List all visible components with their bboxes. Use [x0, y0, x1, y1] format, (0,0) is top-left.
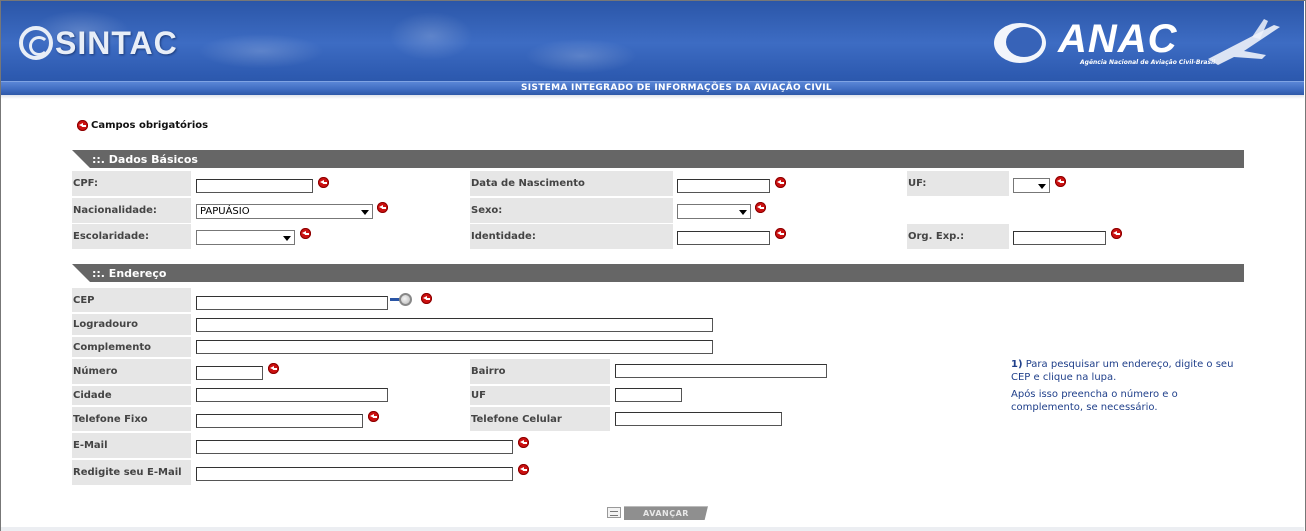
- identidade-input[interactable]: [677, 231, 770, 245]
- logradouro-input[interactable]: [196, 318, 713, 332]
- sintac-logo[interactable]: SINTAC: [19, 23, 178, 63]
- nacionalidade-selected-value: PAPUÁSIO: [200, 206, 250, 217]
- cidade-input[interactable]: [196, 388, 388, 402]
- magnifier-icon: [399, 293, 412, 306]
- required-arrow-icon: [77, 120, 88, 131]
- avancar-button[interactable]: AVANÇAR: [624, 506, 708, 520]
- telefone-fixo-label: Telefone Fixo: [72, 407, 191, 431]
- anac-logo[interactable]: ANAC Agência Nacional de Aviação Civil-B…: [994, 13, 1284, 77]
- sintac-emblem-icon: [19, 26, 53, 60]
- hand-pointer-icon: [607, 507, 621, 518]
- required-arrow-icon: [268, 363, 279, 374]
- email-label: E-Mail: [72, 433, 191, 458]
- required-arrow-icon: [518, 464, 529, 475]
- help-step-1: 1) Para pesquisar um endereço, digite o …: [1011, 358, 1251, 384]
- complemento-input[interactable]: [196, 340, 713, 354]
- required-arrow-icon: [368, 411, 379, 422]
- system-title-band: SISTEMA INTEGRADO DE INFORMAÇÕES DA AVIA…: [1, 81, 1304, 95]
- nacionalidade-select[interactable]: PAPUÁSIO: [196, 204, 373, 219]
- sintac-logo-text: SINTAC: [55, 24, 178, 61]
- nacionalidade-label: Nacionalidade:: [72, 198, 191, 223]
- help-line-2: Após isso preencha o número e o compleme…: [1011, 389, 1178, 413]
- section-title: ::. Endereço: [92, 267, 167, 280]
- uf-endereco-label: UF: [470, 386, 610, 405]
- uf-select[interactable]: [1013, 178, 1050, 193]
- required-arrow-icon: [318, 177, 329, 188]
- telefone-celular-label: Telefone Celular: [470, 407, 610, 431]
- org-exp-label: Org. Exp.:: [907, 224, 1009, 249]
- section-endereco: ::. Endereço: [72, 264, 1244, 282]
- chevron-down-icon: [282, 233, 292, 242]
- org-exp-input[interactable]: [1013, 231, 1106, 245]
- email-confirm-label: Redigite seu E-Mail: [72, 460, 191, 485]
- anac-logo-text: ANAC: [1058, 17, 1178, 61]
- required-arrow-icon: [775, 228, 786, 239]
- search-cep-button[interactable]: [390, 293, 418, 306]
- sexo-select[interactable]: [677, 204, 751, 219]
- email-confirm-input[interactable]: [196, 467, 513, 481]
- sexo-label: Sexo:: [470, 198, 673, 223]
- logradouro-label: Logradouro: [72, 314, 191, 335]
- required-arrow-icon: [518, 437, 529, 448]
- bairro-input[interactable]: [615, 364, 827, 378]
- section-title: ::. Dados Básicos: [92, 153, 198, 166]
- help-step-number: 1): [1011, 359, 1023, 370]
- anac-emblem-icon: [994, 23, 1046, 63]
- cidade-label: Cidade: [72, 386, 191, 405]
- complemento-label: Complemento: [72, 337, 191, 357]
- uf-endereco-input[interactable]: [615, 388, 682, 402]
- data-nascimento-input[interactable]: [677, 179, 770, 193]
- chevron-down-icon: [738, 207, 748, 216]
- chevron-down-icon: [360, 207, 370, 216]
- required-arrow-icon: [775, 177, 786, 188]
- numero-input[interactable]: [196, 366, 263, 380]
- escolaridade-label: Escolaridade:: [72, 224, 191, 249]
- cpf-input[interactable]: [196, 179, 313, 193]
- telefone-fixo-input[interactable]: [196, 414, 363, 428]
- site-header: SINTAC ANAC Agência Nacional de Aviação …: [1, 1, 1304, 95]
- cep-help-text: 1) Para pesquisar um endereço, digite o …: [1011, 358, 1251, 418]
- required-arrow-icon: [421, 293, 432, 304]
- cep-input[interactable]: [196, 296, 388, 310]
- required-arrow-icon: [1055, 176, 1066, 187]
- help-line-1: Para pesquisar um endereço, digite o seu…: [1011, 359, 1234, 383]
- required-arrow-icon: [300, 228, 311, 239]
- bairro-label: Bairro: [470, 359, 610, 384]
- required-arrow-icon: [755, 202, 766, 213]
- uf-label: UF:: [907, 171, 1009, 196]
- section-dados-basicos: ::. Dados Básicos: [72, 150, 1244, 168]
- required-fields-note: Campos obrigatórios: [77, 120, 208, 131]
- system-title: SISTEMA INTEGRADO DE INFORMAÇÕES DA AVIA…: [521, 83, 832, 93]
- identidade-label: Identidade:: [470, 224, 673, 249]
- required-arrow-icon: [377, 202, 388, 213]
- airplane-icon: [1208, 19, 1280, 65]
- numero-label: Número: [72, 359, 191, 384]
- cep-label: CEP: [72, 288, 191, 312]
- bottom-strip: [1, 527, 1304, 531]
- header-shadow: [1, 95, 1304, 99]
- data-nascimento-label: Data de Nascimento: [470, 171, 673, 196]
- anac-logo-subtitle: Agência Nacional de Aviação Civil-Brasil: [1080, 59, 1216, 66]
- telefone-celular-input[interactable]: [615, 412, 782, 426]
- escolaridade-select[interactable]: [196, 230, 295, 245]
- required-fields-text: Campos obrigatórios: [91, 120, 209, 131]
- chevron-down-icon: [1037, 181, 1047, 190]
- cpf-label: CPF:: [72, 171, 191, 196]
- email-input[interactable]: [196, 440, 513, 454]
- required-arrow-icon: [1111, 228, 1122, 239]
